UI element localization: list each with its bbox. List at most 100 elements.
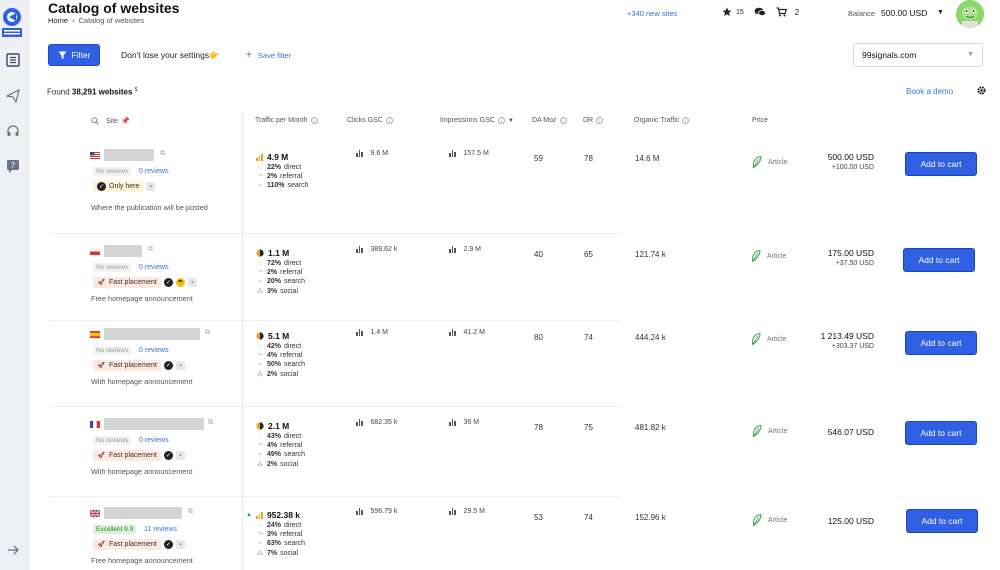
svg-text:?: ? [11, 161, 15, 170]
traffic-total-value: 4.9 M [266, 152, 289, 162]
info-icon[interactable]: i [682, 117, 690, 124]
add-to-cart-button[interactable]: Add to cart [906, 509, 978, 533]
site-name-hidden[interactable] [104, 418, 204, 430]
reviews-link[interactable]: 11 reviews [144, 526, 177, 533]
reviews-link[interactable]: 0 reviews [139, 264, 169, 271]
column-header-clicks[interactable]: Clicks GSC i [347, 117, 393, 124]
column-header-site[interactable]: Site 📌 [91, 117, 130, 125]
price-type: Article [751, 250, 786, 262]
message-icon[interactable]: ▪ [175, 361, 185, 370]
info-icon[interactable]: i [497, 117, 505, 124]
traffic-total: 4.9 M [256, 152, 309, 162]
message-icon[interactable]: ▪ [175, 540, 185, 549]
column-header-dr[interactable]: DR i [583, 117, 604, 124]
traffic-bars-icon [255, 511, 263, 519]
column-header-da[interactable]: DA Moz i [532, 117, 567, 124]
gear-icon[interactable] [976, 85, 987, 96]
info-icon[interactable]: i [559, 117, 567, 124]
site-description: Free homepage announcement [91, 556, 193, 565]
price-extra: +303.37 USD [831, 343, 874, 350]
site-select[interactable]: 99signals.com ▼ [853, 43, 983, 67]
organic-value: 14.6 M [635, 154, 660, 163]
reviews-link[interactable]: 0 reviews [139, 347, 169, 354]
site-name-hidden[interactable] [104, 328, 200, 340]
balance-dropdown-icon[interactable]: ▼ [937, 9, 944, 16]
found-suffix: $ [134, 87, 138, 93]
feature-tag-label: Fast placement [109, 452, 157, 459]
feature-tag: 🚀 Fast placement [93, 277, 161, 288]
users-icon: ⁂ [256, 288, 264, 295]
avatar[interactable] [956, 0, 984, 28]
reviews-link[interactable]: 0 reviews [139, 168, 169, 175]
price-cell: 125.00 USD [794, 516, 874, 526]
message-icon[interactable]: ▪ [175, 451, 185, 460]
expand-arrow-icon[interactable] [6, 543, 20, 557]
traffic-social-value: 7% [267, 549, 278, 557]
price-type-label: Article [767, 252, 787, 260]
column-impressions-label: Impressions GSC [440, 117, 495, 124]
bar-chart-icon [356, 246, 363, 253]
info-icon[interactable]: i [596, 117, 604, 124]
umbrella-icon: ☂ [175, 278, 185, 287]
send-icon[interactable] [6, 89, 20, 103]
collaborator-logo-icon[interactable] [1, 8, 23, 38]
save-filter-link[interactable]: + Save filter [246, 50, 291, 61]
column-organic-label: Organic Traffic [634, 117, 680, 124]
message-icon[interactable]: ▪ [187, 278, 197, 287]
traffic-direct-value: 24% [267, 521, 282, 529]
external-link-icon[interactable]: ⧉ [160, 150, 165, 158]
site-name-hidden[interactable] [104, 149, 154, 161]
column-header-organic[interactable]: Organic Traffic i [634, 117, 690, 124]
filter-button[interactable]: Filter [48, 44, 100, 66]
traffic-referral-label: referral [280, 172, 303, 180]
pin-icon[interactable]: 📌 [121, 117, 130, 125]
balance-value[interactable]: 500.00 USD [881, 8, 927, 18]
external-link-icon[interactable]: ⧉ [205, 329, 210, 337]
external-link-icon[interactable]: ⧉ [188, 508, 193, 516]
filter-button-label: Filter [71, 50, 91, 60]
column-header-impressions[interactable]: Impressions GSC i ▼ [440, 117, 514, 124]
external-link-icon[interactable]: ⧉ [148, 246, 153, 254]
impressions-cell: 29.5 M [449, 508, 485, 515]
table-row: ⧉ No reviews 0 reviews ✓ Only here ▪ Where the… [30, 149, 1000, 232]
headset-icon[interactable] [6, 124, 20, 138]
breadcrumb-separator: › [72, 16, 75, 25]
site-description: With homepage announcement [91, 467, 193, 476]
favorites-button[interactable]: 15 [722, 7, 744, 17]
new-sites-link[interactable]: +340 new sites [627, 9, 677, 18]
breadcrumb-home[interactable]: Home [48, 16, 68, 25]
help-chat-icon[interactable]: ? [6, 159, 20, 173]
sort-desc-icon[interactable]: ▼ [508, 118, 514, 124]
organic-value: 481.82 k [635, 423, 666, 432]
price-cell: 1 213.49 USD +303.37 USD [794, 331, 874, 350]
catalog-icon[interactable] [6, 53, 20, 67]
add-to-cart-button[interactable]: Add to cart [905, 331, 977, 355]
site-name-hidden[interactable] [104, 507, 182, 519]
message-icon[interactable]: ▪ [146, 182, 156, 191]
review-badge: Excellent 9.9 [93, 525, 137, 534]
table-row: ⧉ No reviews 0 reviews 🚀 Fast placement ✓ ▪ Wit… [30, 418, 1000, 501]
book-demo-link[interactable]: Book a demo [906, 87, 953, 96]
info-icon[interactable]: i [310, 117, 318, 124]
clicks-cell: 682.35 k [356, 419, 397, 426]
found-count: 38,291 websites [71, 87, 133, 97]
cart-icon [776, 7, 787, 17]
add-to-cart-button[interactable]: Add to cart [905, 421, 977, 445]
add-to-cart-button[interactable]: Add to cart [905, 152, 977, 176]
cart-button[interactable]: 2 [776, 7, 799, 17]
site-name-hidden[interactable] [104, 245, 142, 257]
dr-value: 65 [584, 250, 593, 259]
traffic-cell: 2.1 M ◌ 43% direct ⤳ 4% referral ⌕ 49% search ⁂ 2% s… [256, 421, 305, 468]
external-link-icon[interactable]: ⧉ [208, 419, 213, 427]
messages-button[interactable] [754, 7, 766, 17]
da-value: 53 [534, 513, 543, 522]
traffic-search-value: 20% [267, 278, 282, 285]
column-header-price[interactable]: Price [752, 117, 768, 124]
column-header-traffic[interactable]: Traffic per Month i [255, 117, 318, 124]
clicks-value: 389.62 k [370, 246, 398, 253]
traffic-cell: ▲ 952.38 k ◌ 24% direct ⤳ 3% referral ⌕ 63% search… [246, 510, 305, 557]
info-icon[interactable]: i [385, 117, 393, 124]
impressions-value: 36 M [463, 419, 480, 426]
reviews-link[interactable]: 0 reviews [139, 437, 169, 444]
add-to-cart-button[interactable]: Add to cart [903, 248, 975, 272]
